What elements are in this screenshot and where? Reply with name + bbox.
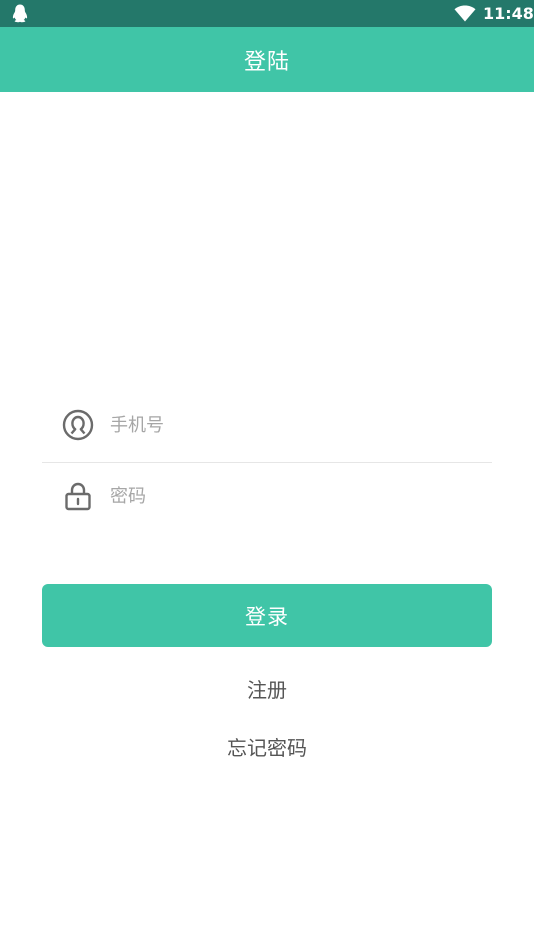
page-title: 登陆 (243, 49, 290, 75)
password-input[interactable] (110, 480, 470, 512)
status-time: 11:48 (483, 4, 534, 23)
wifi-icon (454, 5, 476, 22)
phone-input[interactable] (110, 409, 470, 441)
qq-penguin-icon (12, 4, 28, 23)
password-field (42, 466, 492, 526)
forgot-password-link[interactable]: 忘记密码 (0, 732, 534, 761)
status-bar: 11:48 (0, 0, 534, 27)
register-link[interactable]: 注册 (0, 674, 534, 703)
lock-icon (65, 482, 91, 511)
phone-field (42, 395, 492, 455)
login-button[interactable]: 登录 (42, 584, 492, 647)
app-bar: 登陆 (0, 27, 534, 92)
field-divider (42, 462, 492, 463)
user-circle-icon (62, 409, 94, 441)
